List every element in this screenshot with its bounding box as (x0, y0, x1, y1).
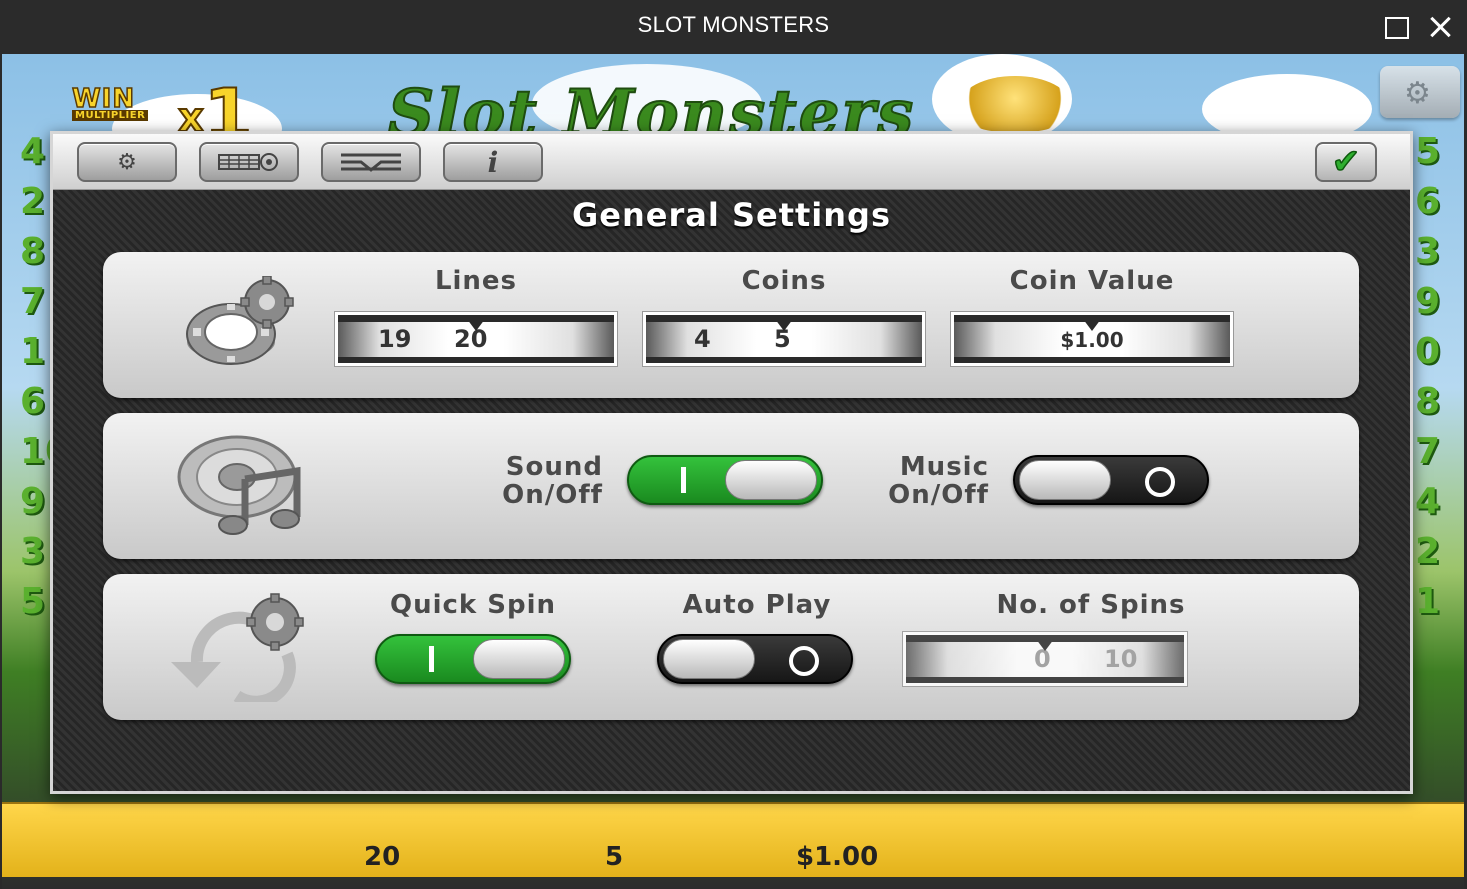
spin-settings-panel: Quick Spin Auto Play No. of Spins 0 10 (103, 574, 1359, 720)
off-indicator (789, 646, 819, 676)
auto-play-toggle[interactable] (657, 634, 853, 684)
bar-lines-value: 20 (364, 842, 401, 872)
paytable-icon (218, 153, 278, 171)
multiplier-label: MULTIPLIER (72, 110, 149, 121)
picker-notch (775, 319, 793, 331)
coins-prev-value: 4 (694, 325, 711, 353)
coin-value-current: $1.00 (1060, 328, 1124, 352)
payline-number[interactable]: 5 (1415, 130, 1455, 174)
on-indicator (429, 646, 434, 672)
tab-paytable[interactable] (199, 142, 299, 182)
bar-coin-value: $1.00 (796, 842, 879, 872)
music-label-line1: Music (899, 452, 989, 482)
tab-general-settings[interactable]: ⚙ (77, 142, 177, 182)
lines-prev-value: 19 (378, 325, 412, 353)
speaker-music-icon (177, 435, 301, 535)
bar-coins-value: 5 (605, 842, 624, 872)
no-of-spins-picker[interactable]: 0 10 (902, 631, 1188, 687)
auto-play-label: Auto Play (682, 590, 832, 620)
confirm-button[interactable]: ✔ (1315, 141, 1377, 183)
on-indicator (681, 467, 686, 493)
coin-value-label: Coin Value (1009, 266, 1175, 296)
music-label-line2: On/Off (888, 480, 989, 510)
modal-title: General Settings (572, 196, 891, 234)
no-of-spins-label: No. of Spins (996, 590, 1186, 620)
music-label: Music On/Off (869, 453, 989, 509)
toggle-knob (725, 460, 817, 500)
payline-number[interactable]: 6 (1415, 180, 1455, 224)
lines-picker[interactable]: 19 20 (334, 311, 618, 367)
maximize-button[interactable] (1380, 10, 1414, 44)
payline-number[interactable]: 7 (1415, 430, 1455, 474)
window-titlebar: SLOT MONSTERS (0, 0, 1467, 54)
toggle-knob (663, 639, 755, 679)
toggle-knob (473, 639, 565, 679)
bet-settings-panel: Lines 19 20 Coins 4 5 Coin Value $1.00 (103, 252, 1359, 398)
payline-number[interactable]: 8 (1415, 380, 1455, 424)
quick-spin-label: Quick Spin (389, 590, 557, 620)
spins-current-value: 10 (1104, 645, 1138, 673)
checkmark-icon: ✔ (1331, 141, 1361, 183)
sound-label-line2: On/Off (502, 480, 603, 510)
coin-pile-image (960, 76, 1070, 132)
toggle-knob (1019, 460, 1111, 500)
settings-modal: ⚙ i ✔ General Settings Lines 19 20 Coins… (50, 131, 1413, 794)
sound-label: Sound On/Off (483, 453, 603, 509)
autoplay-refresh-icon (171, 593, 304, 702)
payline-number[interactable]: 0 (1415, 330, 1455, 374)
bet-info-bar: 20 5 $1.00 (2, 802, 1464, 877)
picker-notch (467, 319, 485, 331)
gear-icon: ⚙ (1404, 76, 1431, 111)
sound-label-line1: Sound (505, 452, 603, 482)
game-settings-button[interactable]: ⚙ (1380, 66, 1460, 118)
tab-info[interactable]: i (443, 142, 543, 182)
payline-number[interactable]: 3 (1415, 230, 1455, 274)
close-button[interactable] (1423, 10, 1457, 44)
gear-icon: ⚙ (117, 149, 137, 175)
settings-toolbar: ⚙ i ✔ (53, 134, 1410, 190)
music-toggle[interactable] (1013, 455, 1209, 505)
right-payline-numbers: 5 6 3 9 0 8 7 4 2 1 (1415, 130, 1455, 624)
win-multiplier-badge: WIN MULTIPLIER (71, 83, 149, 121)
picker-notch (1036, 639, 1054, 651)
coins-picker[interactable]: 4 5 (642, 311, 926, 367)
tab-paylines[interactable] (321, 142, 421, 182)
paylines-icon (341, 153, 401, 172)
payline-number[interactable]: 9 (1415, 280, 1455, 324)
lines-label: Lines (434, 266, 518, 296)
picker-notch (1083, 319, 1101, 331)
off-indicator (1145, 467, 1175, 497)
coin-value-picker[interactable]: $1.00 (950, 311, 1234, 367)
quick-spin-toggle[interactable] (375, 634, 571, 684)
window-title: SLOT MONSTERS (637, 12, 830, 37)
coins-label: Coins (741, 266, 827, 296)
payline-number[interactable]: 4 (1415, 480, 1455, 524)
audio-settings-panel: Sound On/Off Music On/Off (103, 413, 1359, 559)
payline-number[interactable]: 1 (1415, 580, 1455, 624)
payline-number[interactable]: 2 (1415, 530, 1455, 574)
sound-toggle[interactable] (627, 455, 823, 505)
info-icon: i (487, 145, 499, 179)
chip-settings-icon (186, 276, 294, 365)
